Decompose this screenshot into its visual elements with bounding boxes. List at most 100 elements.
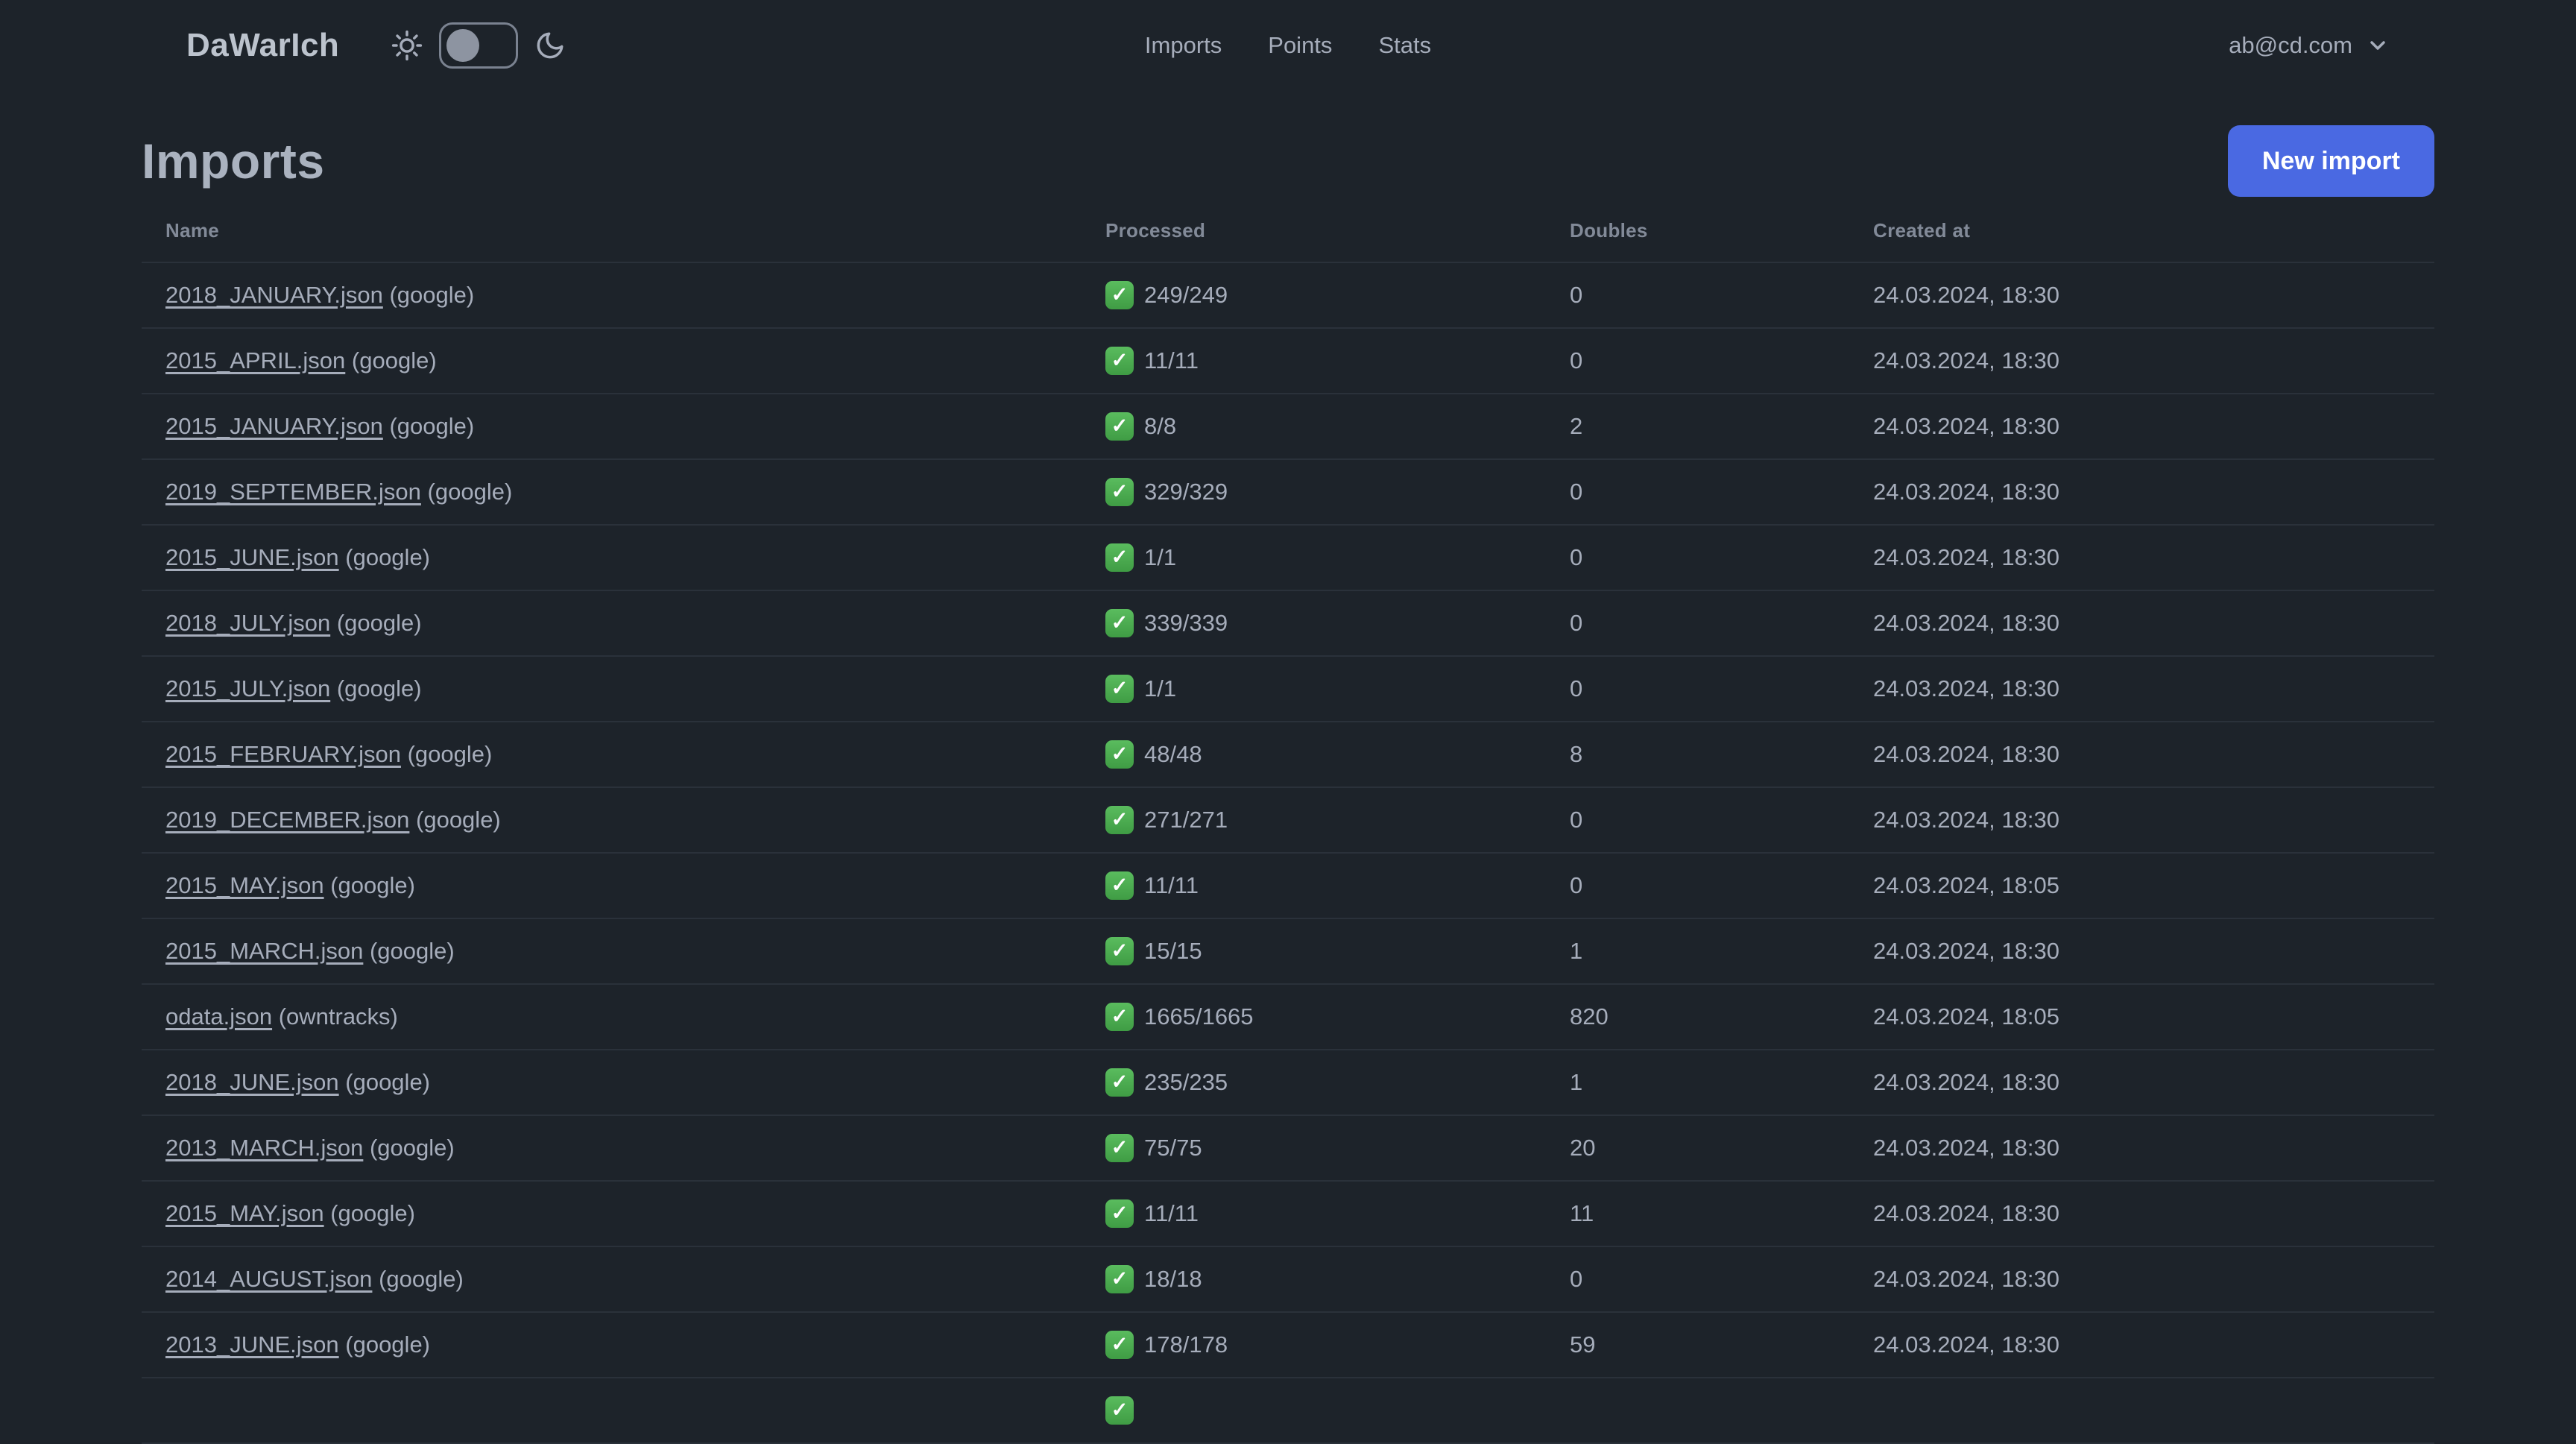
name-cell: 2015_MAY.json (google) — [142, 853, 1082, 919]
processed-cell: ✓ 339/339 — [1082, 590, 1546, 657]
check-icon: ✓ — [1105, 1068, 1134, 1097]
name-cell: 2015_FEBRUARY.json (google) — [142, 722, 1082, 788]
processed-count: 271/271 — [1144, 807, 1228, 833]
processed-count: 235/235 — [1144, 1069, 1228, 1095]
import-source: (owntracks) — [278, 1003, 398, 1030]
import-source: (google) — [379, 1266, 464, 1292]
doubles-cell: 1 — [1546, 918, 1849, 985]
import-file-link[interactable]: 2018_JULY.json — [165, 610, 330, 636]
import-source: (google) — [345, 544, 431, 570]
import-source: (google) — [389, 413, 475, 439]
doubles-cell: 0 — [1546, 656, 1849, 722]
chevron-down-icon — [2366, 34, 2390, 57]
processed-cell: ✓ 249/249 — [1082, 262, 1546, 329]
page-head: Imports New import — [142, 125, 2434, 197]
import-source: (google) — [427, 479, 513, 505]
name-cell: 2015_APRIL.json (google) — [142, 328, 1082, 394]
table-row: 2015_MARCH.json (google) ✓ 15/15 1 24.03… — [142, 918, 2434, 985]
check-icon: ✓ — [1105, 937, 1134, 965]
table-row: 2015_JANUARY.json (google) ✓ 8/8 2 24.03… — [142, 394, 2434, 460]
import-file-link[interactable]: 2015_MAY.json — [165, 872, 324, 898]
name-cell: 2015_MAY.json (google) — [142, 1181, 1082, 1247]
check-icon: ✓ — [1105, 543, 1134, 572]
table-header-row: Name Processed Doubles Created at — [142, 209, 2434, 263]
check-icon: ✓ — [1105, 871, 1134, 900]
check-icon: ✓ — [1105, 1134, 1134, 1162]
theme-switch[interactable] — [439, 22, 519, 69]
name-cell: 2014_AUGUST.json (google) — [142, 1246, 1082, 1313]
import-file-link[interactable]: 2018_JANUARY.json — [165, 282, 383, 308]
import-file-link[interactable]: 2015_MAY.json — [165, 1200, 324, 1226]
processed-count: 75/75 — [1144, 1135, 1202, 1161]
import-file-link[interactable]: 2014_AUGUST.json — [165, 1266, 372, 1292]
created-at-cell: 24.03.2024, 18:30 — [1849, 1115, 2434, 1182]
table-row: ✓ — [142, 1378, 2434, 1444]
processed-count: 18/18 — [1144, 1266, 1202, 1292]
nav-item-stats[interactable]: Stats — [1378, 32, 1431, 59]
import-file-link[interactable]: 2015_FEBRUARY.json — [165, 741, 401, 767]
doubles-cell: 59 — [1546, 1312, 1849, 1378]
created-at-cell: 24.03.2024, 18:30 — [1849, 1050, 2434, 1116]
processed-count: 1/1 — [1144, 675, 1177, 701]
import-file-link[interactable]: 2015_JUNE.json — [165, 544, 339, 570]
doubles-cell: 11 — [1546, 1181, 1849, 1247]
processed-count: 48/48 — [1144, 741, 1202, 767]
created-at-cell: 24.03.2024, 18:30 — [1849, 787, 2434, 854]
created-at-cell: 24.03.2024, 18:30 — [1849, 328, 2434, 394]
import-source: (google) — [369, 938, 455, 964]
created-at-cell: 24.03.2024, 18:30 — [1849, 394, 2434, 460]
import-file-link[interactable]: 2015_MARCH.json — [165, 938, 363, 964]
doubles-cell — [1546, 1378, 1849, 1444]
import-file-link[interactable]: 2013_JUNE.json — [165, 1331, 339, 1358]
import-file-link[interactable]: odata.json — [165, 1003, 272, 1030]
nav-item-imports[interactable]: Imports — [1145, 32, 1222, 59]
check-icon: ✓ — [1105, 1199, 1134, 1228]
processed-count: 11/11 — [1144, 1200, 1199, 1226]
doubles-cell: 20 — [1546, 1115, 1849, 1182]
table-row: 2018_JANUARY.json (google) ✓ 249/249 0 2… — [142, 262, 2434, 329]
created-at-cell: 24.03.2024, 18:30 — [1849, 1312, 2434, 1378]
user-menu[interactable]: ab@cd.com — [2229, 32, 2390, 59]
check-icon: ✓ — [1105, 1331, 1134, 1359]
brand-logo[interactable]: DaWarIch — [186, 27, 339, 64]
processed-cell: ✓ 11/11 — [1082, 853, 1546, 919]
check-icon: ✓ — [1105, 1003, 1134, 1031]
column-header-processed: Processed — [1082, 209, 1546, 263]
import-file-link[interactable]: 2013_MARCH.json — [165, 1135, 363, 1161]
table-row: 2015_MAY.json (google) ✓ 11/11 0 24.03.2… — [142, 853, 2434, 919]
import-file-link[interactable]: 2019_SEPTEMBER.json — [165, 479, 421, 505]
check-icon: ✓ — [1105, 1396, 1134, 1425]
new-import-button[interactable]: New import — [2227, 125, 2434, 197]
import-source: (google) — [345, 1069, 431, 1095]
name-cell — [142, 1378, 1082, 1444]
processed-cell: ✓ 15/15 — [1082, 918, 1546, 985]
import-file-link[interactable]: 2019_DECEMBER.json — [165, 807, 409, 833]
check-icon: ✓ — [1105, 806, 1134, 834]
import-source: (google) — [416, 807, 501, 833]
created-at-cell: 24.03.2024, 18:05 — [1849, 984, 2434, 1050]
import-file-link[interactable]: 2018_JUNE.json — [165, 1069, 339, 1095]
name-cell: 2013_MARCH.json (google) — [142, 1115, 1082, 1182]
name-cell: 2015_JANUARY.json (google) — [142, 394, 1082, 460]
import-source: (google) — [407, 741, 493, 767]
table-row: 2013_MARCH.json (google) ✓ 75/75 20 24.0… — [142, 1115, 2434, 1182]
moon-icon — [534, 30, 566, 61]
doubles-cell: 0 — [1546, 1246, 1849, 1313]
doubles-cell: 1 — [1546, 1050, 1849, 1116]
navbar-left: DaWarIch — [186, 22, 566, 69]
processed-cell: ✓ 329/329 — [1082, 459, 1546, 526]
import-file-link[interactable]: 2015_JULY.json — [165, 675, 330, 701]
created-at-cell: 24.03.2024, 18:30 — [1849, 918, 2434, 985]
import-file-link[interactable]: 2015_JANUARY.json — [165, 413, 383, 439]
table-row: 2015_MAY.json (google) ✓ 11/11 11 24.03.… — [142, 1181, 2434, 1247]
check-icon: ✓ — [1105, 609, 1134, 637]
processed-count: 329/329 — [1144, 479, 1228, 505]
imports-table: Name Processed Doubles Created at 2018_J… — [142, 209, 2434, 1444]
import-source: (google) — [336, 610, 422, 636]
processed-count: 15/15 — [1144, 938, 1202, 964]
created-at-cell: 24.03.2024, 18:30 — [1849, 525, 2434, 591]
nav-item-points[interactable]: Points — [1268, 32, 1332, 59]
created-at-cell: 24.03.2024, 18:30 — [1849, 722, 2434, 788]
sun-icon — [391, 30, 423, 61]
import-file-link[interactable]: 2015_APRIL.json — [165, 347, 345, 373]
